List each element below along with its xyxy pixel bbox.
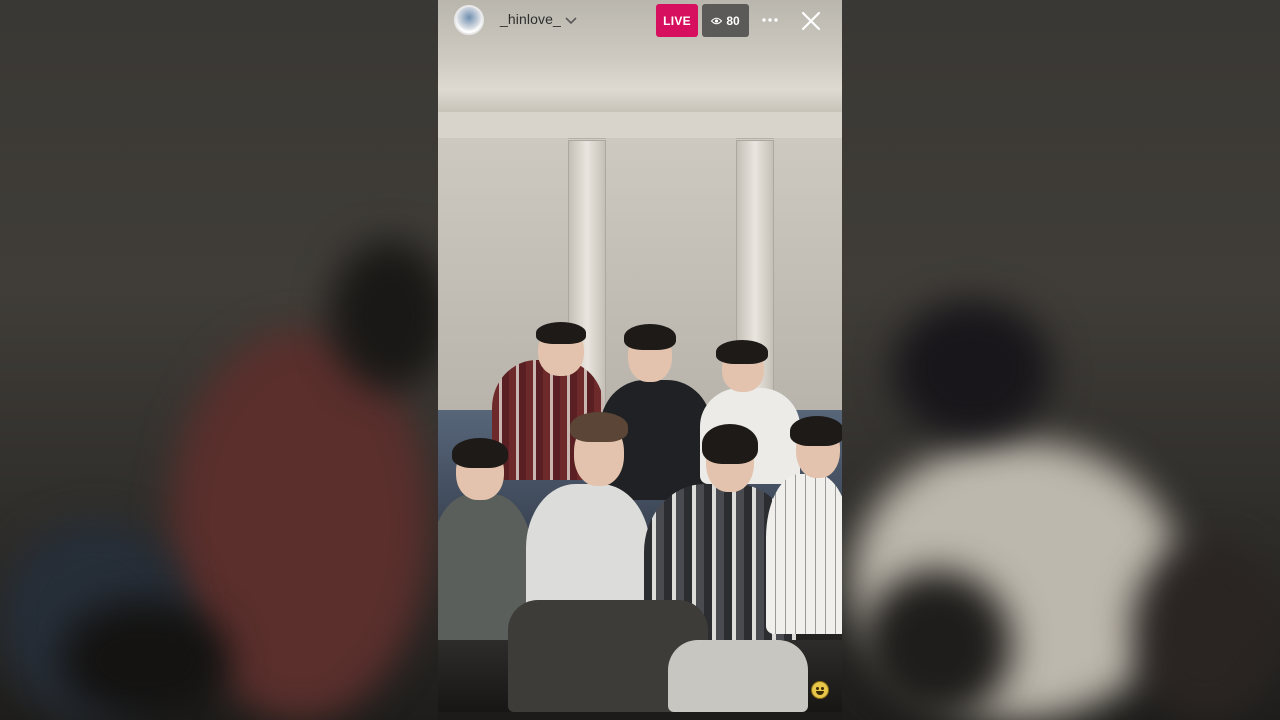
live-badge: LIVE [656,4,698,37]
live-badge-label: LIVE [663,13,691,28]
lap [668,640,808,712]
more-horizontal-icon[interactable] [760,10,780,30]
backdrop-head [1132,540,1280,720]
blurred-backdrop-right [842,0,1280,720]
viewer-count: 80 [726,13,740,28]
window-valance [438,112,842,139]
window-blind [774,138,842,413]
backdrop-head [892,300,1052,440]
chevron-down-icon[interactable] [564,13,578,27]
backdrop-head [60,600,230,720]
backdrop-head [330,240,438,390]
grinning-emoji-icon[interactable] [811,681,829,699]
live-video-frame[interactable] [438,0,842,712]
close-icon[interactable] [800,10,822,32]
eye-icon [711,17,723,24]
blurred-backdrop-left [0,0,438,720]
live-top-bar: _hinlove_ LIVE 80 [438,0,842,44]
backdrop-head [862,570,1012,720]
username-label[interactable]: _hinlove_ [500,11,561,27]
viewer-count-badge[interactable]: 80 [702,4,749,37]
window-blind [606,138,736,413]
avatar[interactable] [454,5,484,35]
